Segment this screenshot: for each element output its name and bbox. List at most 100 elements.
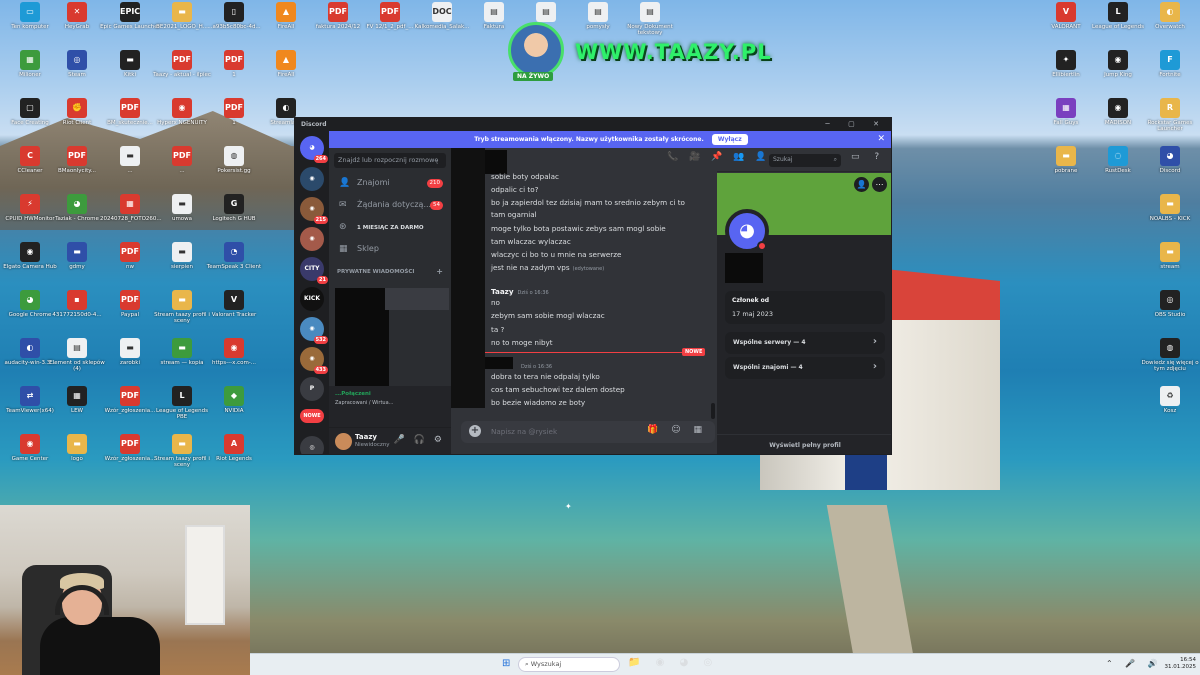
taskbar-search-input[interactable]: ⌕ Wyszukaj [518, 657, 620, 672]
dm-nav-item[interactable]: 👤 Znajomi 210 [329, 173, 451, 195]
avatar[interactable] [335, 433, 352, 450]
disable-streamer-mode-button[interactable]: Wyłącz [711, 134, 748, 145]
server-icon[interactable]: ◎ [300, 436, 324, 454]
desktop-icon[interactable]: PDF Taazy - aktual - ilpiec [152, 50, 212, 78]
desktop-icon[interactable]: ▬ zarobki [100, 338, 160, 366]
desktop-icon[interactable]: R Rockstar Games Launcher [1140, 98, 1200, 132]
desktop-icon[interactable]: ▲ FireAll [256, 50, 316, 78]
mutual-servers-row[interactable]: Wspólne serwery — 4 › [725, 332, 885, 354]
desktop-icon[interactable]: PDF nw [100, 242, 160, 270]
dm-search-input[interactable]: Znajdź lub rozpocznij rozmowę [334, 153, 446, 168]
desktop-icon[interactable]: L League of Legends [1088, 2, 1148, 30]
desktop-icon[interactable]: ▬ sierpien [152, 242, 212, 270]
server-icon[interactable]: KICK [300, 287, 324, 311]
desktop-icon[interactable]: PDF FV 12/1_2_pdf_... [360, 2, 420, 30]
desktop-icon[interactable]: ▦ 20240728_FOTO260... [100, 194, 162, 222]
new-dm-plus-icon[interactable]: + [436, 267, 443, 276]
desktop-icon[interactable]: ▬ Stream taazy profil i sceny [152, 290, 212, 324]
server-icon[interactable]: P [300, 377, 324, 401]
desktop-icon[interactable]: ▬ pobrane [1036, 146, 1096, 174]
desktop-icon[interactable]: PDF Wzór_zgłoszenia... [100, 386, 160, 414]
server-icon[interactable]: ◕ 264 [300, 136, 328, 163]
desktop-icon[interactable]: PDF BM_skutecznie... [100, 98, 160, 126]
desktop-icon[interactable]: ◍ Pokersist.gg [204, 146, 264, 174]
header-call-icons[interactable]: 📞 🎥 📌 👥 👤 [667, 152, 770, 162]
desktop-icon[interactable]: ◉ Jump King [1088, 50, 1148, 78]
desktop-icon[interactable]: ▬ stream — kopia [152, 338, 212, 366]
desktop-icon[interactable]: ♻ Kosz [1140, 386, 1200, 414]
desktop-icon[interactable]: ▯ ...a93b5c80bc-4d... [204, 2, 264, 30]
desktop-icon[interactable]: ▦ LEW [47, 386, 107, 414]
desktop-icon[interactable]: PDF Wzór_zgłoszenia... [100, 434, 160, 462]
desktop-icon[interactable]: G Logitech G HUB [204, 194, 264, 222]
desktop-icon[interactable]: ▲ FireAll [256, 2, 316, 30]
desktop-icon[interactable]: PDF 1 [204, 98, 264, 126]
close-icon[interactable]: ✕ [877, 131, 885, 148]
view-full-profile-button[interactable]: Wyświetl pełny profil [717, 434, 891, 454]
desktop-icon[interactable]: ▤ Faktura [464, 2, 524, 30]
desktop-icon[interactable]: ◔ TeamSpeak 3 Client [204, 242, 264, 270]
dm-nav-item[interactable]: ⊛ 1 MIESIĄC ZA DARMO [329, 217, 451, 239]
desktop-icon[interactable]: ▤ pomysły [568, 2, 628, 30]
chat-scrollbar[interactable] [711, 403, 715, 419]
window-controls[interactable]: ─ ▢ ✕ [825, 120, 887, 128]
desktop-icon[interactable]: EPIC Epic Games Launcher [100, 2, 160, 30]
taskbar-apps[interactable]: 📁 ◉ ◕ ◎ [628, 657, 718, 668]
server-icon[interactable]: ◉ 532 [300, 317, 328, 344]
server-icon[interactable]: ◉ [300, 167, 324, 191]
desktop-icon[interactable]: ◌ RustDesk [1088, 146, 1148, 174]
desktop-icon[interactable]: ▬ stream [1140, 242, 1200, 270]
desktop-icon[interactable]: V Valorant Tracker [204, 290, 264, 318]
desktop-icon[interactable]: ▬... [100, 146, 160, 174]
composer-icons[interactable]: 🎁 ☺ ▦ [647, 425, 707, 435]
desktop-icon[interactable]: ◐ Overwatch [1140, 2, 1200, 30]
desktop-icon[interactable]: ◆ NVIDIA [204, 386, 264, 414]
desktop-icon[interactable]: ▤ [516, 2, 576, 24]
desktop-icon[interactable]: PDF faktura 2024/12 [308, 2, 368, 30]
desktop-icon[interactable]: PDF Paypal [100, 290, 160, 318]
desktop-icon[interactable]: ◉ Hyperx NGENUITY [152, 98, 212, 126]
desktop-icon[interactable]: PDF BMaonlycity... [47, 146, 107, 174]
desktop-icon[interactable]: A Riot Legends [204, 434, 264, 462]
server-icon[interactable]: ◉ 215 [300, 197, 328, 224]
desktop-icon[interactable]: ◉ https---x.com-... [204, 338, 264, 366]
desktop-icon[interactable]: ▪ 431772150d0-4... [47, 290, 107, 318]
dm-nav-item[interactable]: ✉ Żądania dotyczą... 54 [329, 195, 451, 217]
desktop-icon[interactable]: ◎ Steam [47, 50, 107, 78]
desktop-icon[interactable]: ▬ NOALBS - KICK [1140, 194, 1200, 222]
desktop-icon[interactable]: ◉ MADISON [1088, 98, 1148, 126]
header-search-input[interactable]: Szukaj ⌕ [769, 154, 841, 167]
desktop-icon[interactable]: ◕ Discord [1140, 146, 1200, 174]
clock[interactable]: 16:54 31.01.2025 [1162, 657, 1197, 671]
desktop-icon[interactable]: DOC Kalkomedia_Salak... [412, 2, 472, 30]
desktop-icon[interactable]: ▦ Fall Guys [1036, 98, 1096, 126]
desktop-icon[interactable]: ✕ HeyGrab [47, 2, 107, 30]
message-author[interactable]: Taazy Dziś o 16:36 [491, 287, 549, 296]
desktop-icon[interactable]: V VALORANT [1036, 2, 1096, 30]
add-friend-icon[interactable]: 👤 [854, 177, 869, 192]
desktop-icon[interactable]: ◕ Taziak - Chrome [47, 194, 107, 222]
desktop-icon[interactable]: ✊ Riot Client [47, 98, 107, 126]
desktop-icon[interactable]: ▤ Element od sklepów (4) [47, 338, 107, 372]
desktop-icon[interactable]: PDF... [152, 146, 212, 174]
server-icon[interactable]: ◉ [300, 227, 324, 251]
desktop-icon[interactable]: ▬ Stream taazy profil i sceny [152, 434, 212, 468]
desktop-icon[interactable]: ▬ logo [47, 434, 107, 462]
system-tray[interactable]: ⌃ 🎤 🔊 [1106, 659, 1163, 668]
attach-plus-icon[interactable]: + [469, 425, 481, 437]
desktop-icon[interactable]: ◎ OBS Studio [1140, 290, 1200, 318]
voice-channel[interactable]: Zapracowani / Wirtua... [335, 400, 393, 406]
desktop-icon[interactable]: ✦ Ellibiertlin [1036, 50, 1096, 78]
desktop-icon[interactable]: ▬ umowa [152, 194, 212, 222]
desktop-icon[interactable]: ▬ Kitki [100, 50, 160, 78]
desktop-icon[interactable]: F Fortnite [1140, 50, 1200, 78]
message-input[interactable]: Napisz na @rysiek [491, 427, 557, 436]
header-right-icons[interactable]: ▭ ? [851, 152, 885, 162]
server-icon[interactable]: ◉ 433 [300, 347, 328, 374]
more-icon[interactable]: ⋯ [872, 177, 887, 192]
user-controls[interactable]: 🎤 🎧 ⚙ [394, 435, 445, 445]
message-composer[interactable]: + Napisz na @rysiek 🎁 ☺ ▦ [461, 421, 715, 443]
desktop-icon[interactable]: ▬ gdmy [47, 242, 107, 270]
desktop-icon[interactable]: PDF 1 [204, 50, 264, 78]
server-icon[interactable]: NOWE [300, 409, 324, 423]
